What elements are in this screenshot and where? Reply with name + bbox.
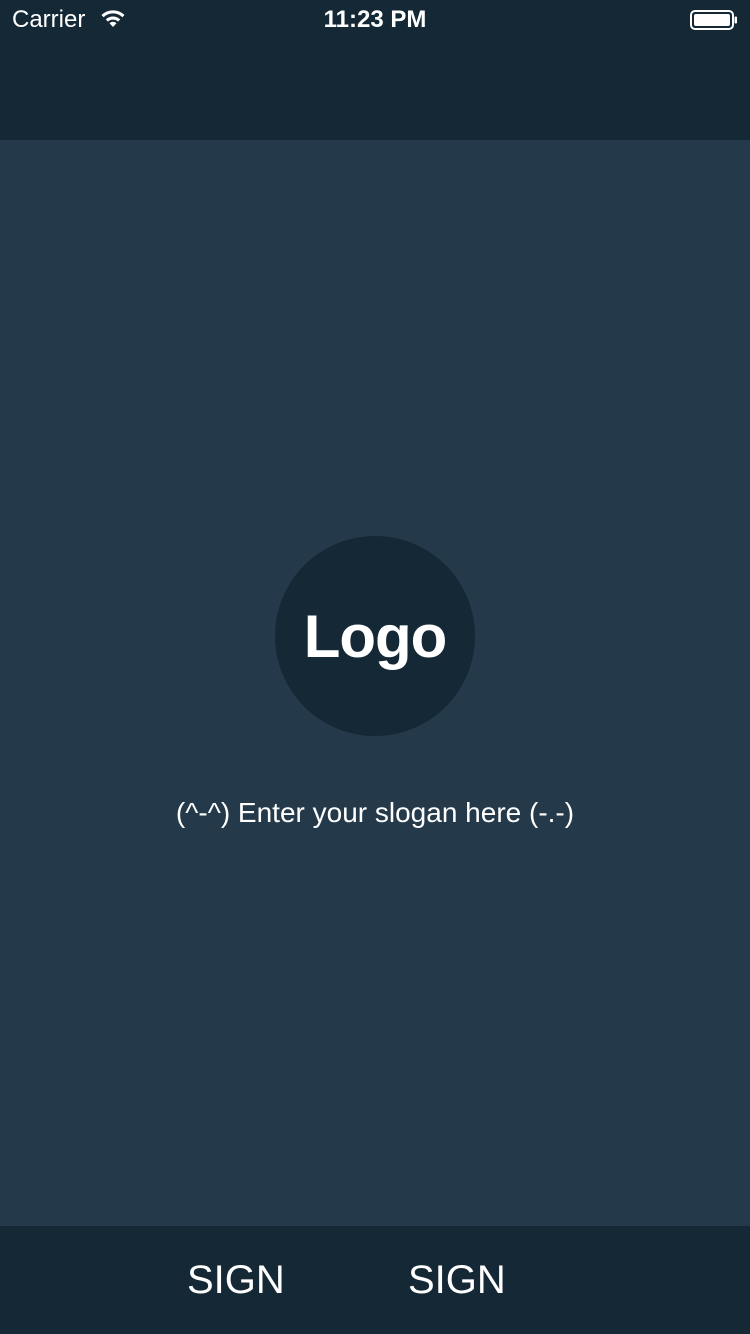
bottom-action-bar: SIGN IN SIGN UP	[0, 1226, 750, 1334]
main-content: Logo (^-^) Enter your slogan here (-.-)	[0, 140, 750, 1226]
top-bar: Carrier 11:23 PM	[0, 0, 750, 140]
sign-up-button[interactable]: SIGN UP	[408, 1226, 568, 1334]
welcome-screen: Carrier 11:23 PM Logo (^-^) Enter your s…	[0, 0, 750, 1334]
logo-text: Logo	[303, 602, 448, 670]
sign-in-button[interactable]: SIGN IN	[187, 1226, 327, 1334]
status-time: 11:23 PM	[323, 6, 427, 33]
logo-circle: Logo	[275, 536, 475, 736]
battery-full-icon	[690, 10, 738, 30]
slogan-text: (^-^) Enter your slogan here (-.-)	[175, 797, 575, 828]
status-bar: Carrier 11:23 PM	[0, 0, 750, 40]
